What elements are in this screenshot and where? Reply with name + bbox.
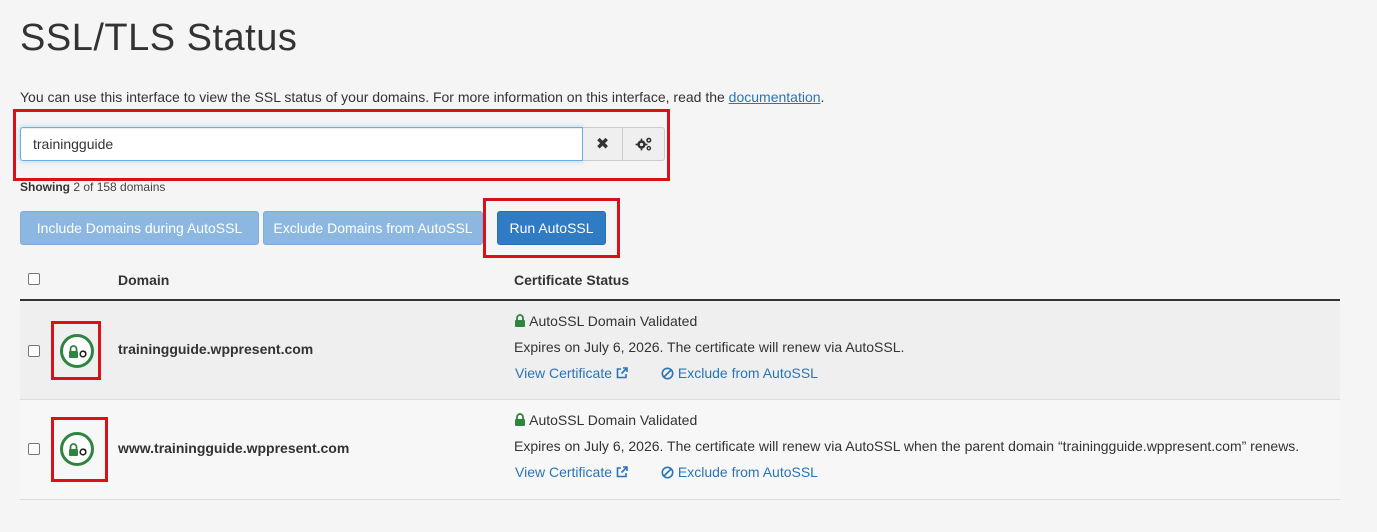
row-checkbox[interactable] [28,345,40,357]
external-link-icon [616,367,628,379]
status-title-text: AutoSSL Domain Validated [529,313,698,329]
row-checkbox[interactable] [28,443,40,455]
ban-icon [661,367,674,380]
page-title: SSL/TLS Status [20,17,298,59]
search-settings-button[interactable] [623,127,665,161]
external-link-icon [616,466,628,478]
domain-header[interactable]: Domain [118,272,169,288]
ban-icon [661,466,674,479]
certificate-status-header[interactable]: Certificate Status [514,272,629,288]
exclude-from-autossl-link[interactable]: Exclude from AutoSSL [661,464,818,480]
table-header: Domain Certificate Status [20,262,1340,301]
intro-text-end: . [820,89,825,105]
exclude-label: Exclude from AutoSSL [677,464,818,480]
domain-name: trainingguide.wppresent.com [118,341,314,357]
lock-refresh-icon [69,345,87,358]
showing-label: Showing [20,180,70,194]
status-title: AutoSSL Domain Validated [514,412,697,428]
expiry-text: Expires on July 6, 2026. The certificate… [514,339,905,355]
run-autossl-button[interactable]: Run AutoSSL [497,211,606,245]
ssl-status-table: Domain Certificate Status trainingguide.… [20,262,1340,500]
table-row: trainingguide.wppresent.com AutoSSL Doma… [20,301,1340,400]
status-title-text: AutoSSL Domain Validated [529,412,698,428]
include-domains-button[interactable]: Include Domains during AutoSSL [20,211,259,245]
search-group: ✖ [20,127,665,161]
select-all-checkbox[interactable] [28,273,40,285]
lock-icon [515,413,525,426]
ssl-status-icon [60,334,94,368]
intro-text-body: You can use this interface to view the S… [20,89,729,105]
view-certificate-link[interactable]: View Certificate [515,365,628,381]
ssl-status-icon [60,432,94,466]
status-title: AutoSSL Domain Validated [514,313,697,329]
clear-search-button[interactable]: ✖ [583,127,624,161]
showing-text: 2 of 158 domains [73,180,166,194]
close-icon: ✖ [595,136,610,153]
domain-name: www.trainingguide.wppresent.com [118,440,350,456]
lock-refresh-icon [69,443,87,456]
exclude-from-autossl-link[interactable]: Exclude from AutoSSL [661,365,818,381]
view-certificate-label: View Certificate [515,464,613,480]
documentation-link[interactable]: documentation [729,89,821,105]
exclude-label: Exclude from AutoSSL [677,365,818,381]
search-input[interactable] [20,127,584,161]
view-certificate-link[interactable]: View Certificate [515,464,628,480]
table-row: www.trainingguide.wppresent.com AutoSSL … [20,400,1340,500]
lock-icon [515,314,525,327]
showing-count: Showing 2 of 158 domains [20,180,165,194]
intro-text: You can use this interface to view the S… [20,89,824,105]
gears-icon [635,137,651,151]
view-certificate-label: View Certificate [515,365,613,381]
expiry-text: Expires on July 6, 2026. The certificate… [514,438,1300,454]
exclude-domains-button[interactable]: Exclude Domains from AutoSSL [263,211,483,245]
